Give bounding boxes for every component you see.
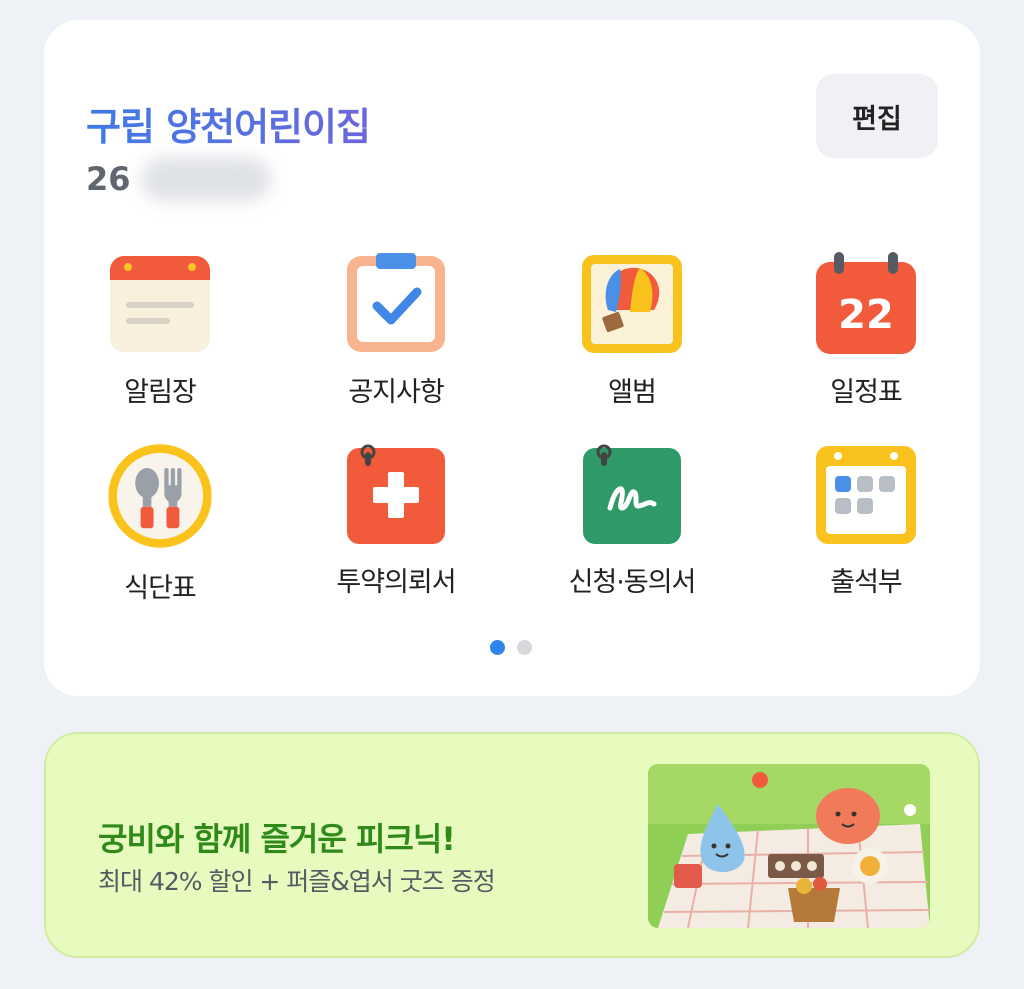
menu-item-label: 알림장	[124, 377, 197, 408]
menu-item-label: 일정표	[830, 377, 903, 408]
announcement-checklist-icon	[347, 253, 445, 352]
menu-item-label: 투약의뢰서	[336, 567, 456, 598]
picnic-illustration	[648, 764, 930, 928]
daycare-card: 구립 양천어린이집 26 편집 알림장 공지사항 앨범 22 일정표 식단표 투…	[44, 20, 980, 696]
menu-item-label: 출석부	[830, 567, 903, 598]
menu-item-medication[interactable]: 투약의뢰서	[296, 442, 496, 612]
menu-item-attendance[interactable]: 출석부	[766, 442, 966, 612]
menu-item-meal[interactable]: 식단표	[60, 442, 260, 612]
calendar-day: 22	[838, 292, 894, 338]
page-dot[interactable]	[517, 640, 532, 655]
meal-plan-icon	[108, 444, 212, 548]
banner-subtitle: 최대 42% 할인 + 퍼즐&엽서 굿즈 증정	[98, 867, 496, 896]
menu-grid: 알림장 공지사항 앨범 22 일정표 식단표 투약의뢰서 신청·동의서 출석부	[44, 20, 980, 696]
menu-item-label: 신청·동의서	[568, 567, 697, 598]
medication-request-icon	[347, 444, 445, 544]
menu-item-label: 식단표	[124, 573, 197, 604]
page-indicator	[490, 640, 532, 655]
schedule-calendar-icon: 22	[816, 252, 916, 354]
page-dot-active[interactable]	[490, 640, 505, 655]
menu-item-album[interactable]: 앨범	[532, 252, 732, 422]
banner-title: 궁비와 함께 즐거운 피크닉!	[98, 820, 456, 858]
album-balloon-icon	[582, 255, 682, 353]
menu-item-label: 앨범	[608, 377, 657, 408]
application-consent-icon	[583, 444, 681, 544]
menu-item-consent[interactable]: 신청·동의서	[532, 442, 732, 612]
menu-item-announcement[interactable]: 공지사항	[296, 252, 496, 422]
menu-item-schedule[interactable]: 22 일정표	[766, 252, 966, 422]
notice-note-icon	[110, 256, 210, 352]
promo-banner[interactable]: 궁비와 함께 즐거운 피크닉! 최대 42% 할인 + 퍼즐&엽서 굿즈 증정	[44, 732, 980, 958]
menu-item-label: 공지사항	[348, 377, 444, 408]
attendance-icon	[816, 446, 916, 544]
menu-item-notice[interactable]: 알림장	[60, 252, 260, 422]
